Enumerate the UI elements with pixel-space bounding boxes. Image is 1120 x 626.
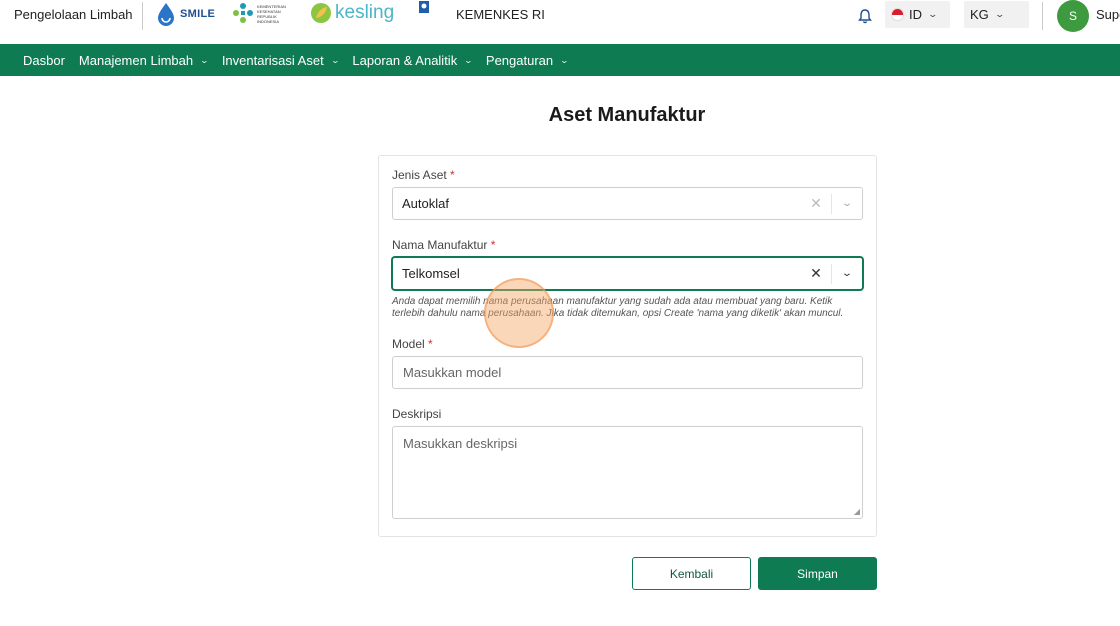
notification-bell-icon[interactable] — [857, 8, 873, 29]
user-avatar[interactable]: S — [1057, 0, 1089, 32]
user-name[interactable]: Supe — [1096, 7, 1120, 22]
language-selector[interactable]: ID ⌄ — [885, 1, 950, 28]
chevron-down-icon: ⌄ — [559, 55, 570, 65]
manufacturer-label: Nama Manufaktur * — [392, 238, 496, 252]
nav-item-laporan-analitik[interactable]: Laporan & Analitik ⌄ — [352, 53, 474, 68]
asset-type-label: Jenis Aset * — [392, 168, 455, 182]
app-title[interactable]: Pengelolaan Limbah — [14, 7, 133, 22]
unit-selector[interactable]: KG ⌄ — [964, 1, 1029, 28]
nav-item-pengaturan[interactable]: Pengaturan ⌄ — [486, 53, 570, 68]
model-input[interactable]: Masukkan model — [392, 356, 863, 389]
smile-drop-icon — [158, 3, 174, 26]
chevron-down-icon: ⌄ — [199, 55, 210, 65]
kesling-leaf-icon — [311, 3, 331, 23]
asset-form-card: Jenis Aset * Autoklaf ✕ ⌄ Nama Manufaktu… — [378, 155, 877, 537]
kemenkes-emblem-icon — [233, 3, 253, 23]
undp-logo — [419, 1, 429, 23]
resize-handle-icon[interactable]: ◢ — [854, 507, 860, 516]
touch-indicator — [484, 278, 554, 348]
header-divider — [1042, 2, 1043, 30]
kesling-logo: kesling — [310, 1, 394, 25]
indonesia-flag-icon — [891, 8, 904, 21]
chevron-down-icon: ⌄ — [994, 9, 1005, 19]
nav-item-dasbor[interactable]: Dasbor — [23, 53, 65, 68]
top-header: Pengelolaan Limbah SMILE KEMENTERIAN KES… — [0, 0, 1120, 44]
main-nav: Dasbor Manajemen Limbah ⌄ Inventarisasi … — [0, 44, 1120, 76]
chevron-down-icon: ⌄ — [927, 9, 939, 19]
description-label: Deskripsi — [392, 407, 442, 421]
chevron-down-icon: ⌄ — [463, 55, 474, 65]
save-button[interactable]: Simpan — [758, 557, 877, 590]
undp-emblem-icon — [419, 1, 429, 13]
manufacturer-help-text: Anda dapat memilih nama perusahaan manuf… — [392, 296, 844, 319]
chevron-down-icon[interactable]: ⌄ — [832, 198, 863, 209]
chevron-down-icon: ⌄ — [330, 55, 340, 65]
asset-type-select[interactable]: Autoklaf ✕ ⌄ — [392, 187, 863, 220]
header-divider — [142, 2, 143, 30]
model-label: Model * — [392, 337, 433, 351]
kemenkes-logo: KEMENTERIAN KESEHATAN REPUBLIK INDONESIA — [232, 2, 287, 26]
clear-icon[interactable]: ✕ — [805, 265, 827, 282]
chevron-down-icon[interactable]: ⌄ — [832, 268, 863, 279]
nav-item-inventarisasi-aset[interactable]: Inventarisasi Aset ⌄ — [222, 53, 340, 68]
back-button[interactable]: Kembali — [632, 557, 751, 590]
page-title: Aset Manufaktur — [548, 104, 706, 126]
clear-icon[interactable]: ✕ — [805, 195, 827, 212]
nav-item-manajemen-limbah[interactable]: Manajemen Limbah ⌄ — [79, 53, 210, 68]
org-name: KEMENKES RI — [456, 7, 545, 22]
smile-logo: SMILE — [155, 2, 215, 26]
manufacturer-select[interactable]: Telkomsel ✕ ⌄ — [392, 257, 863, 290]
description-textarea[interactable]: Masukkan deskripsi ◢ — [392, 426, 863, 519]
